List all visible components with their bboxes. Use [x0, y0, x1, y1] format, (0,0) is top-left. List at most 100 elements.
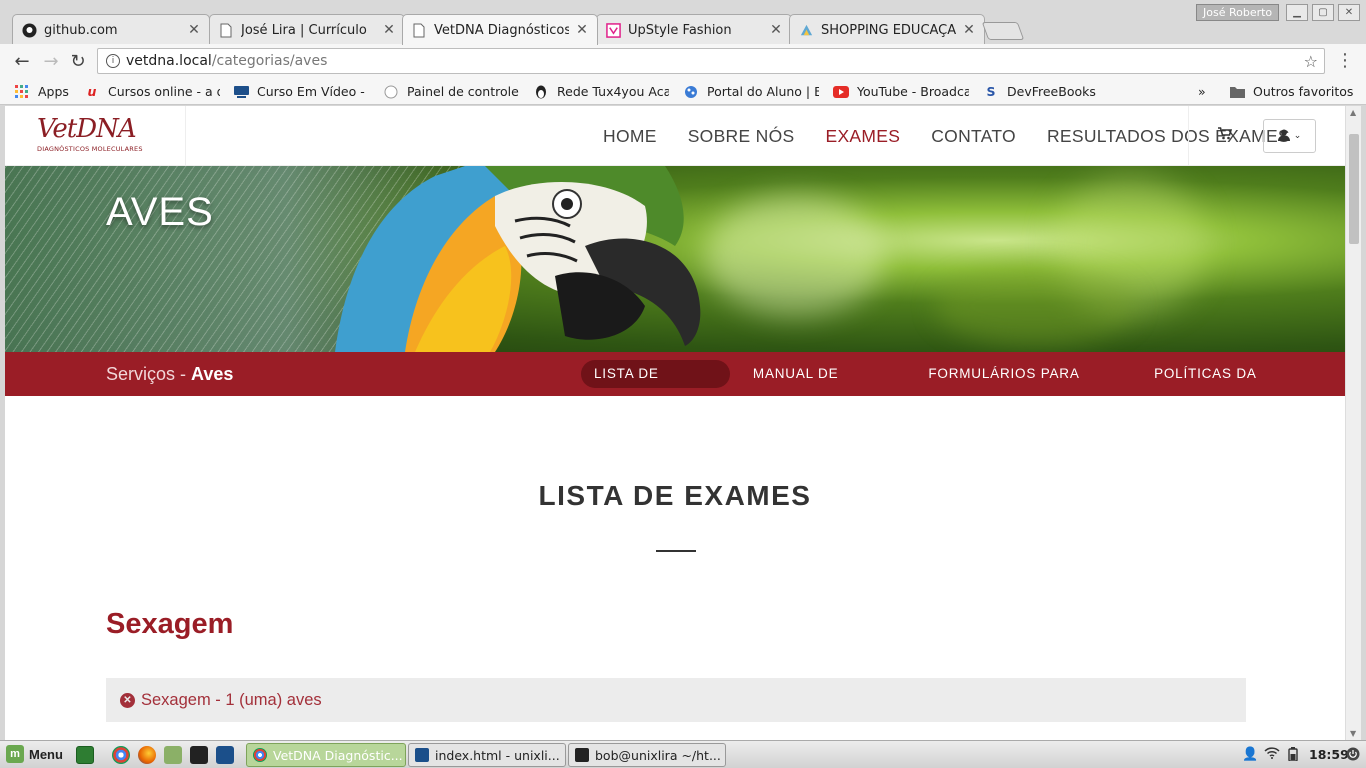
nav-sobre-nos[interactable]: SOBRE NÓS [688, 126, 795, 147]
scrollbar-thumb[interactable] [1349, 134, 1359, 244]
bookmark-label: Portal do Aluno | E [707, 84, 819, 99]
upstyle-icon [605, 22, 621, 38]
subnav-manual-de-coleta[interactable]: MANUAL DE COLETA [740, 360, 905, 409]
bookmark-portal-aluno[interactable]: Portal do Aluno | E [683, 78, 819, 105]
tab-title: VetDNA Diagnósticos M [434, 22, 569, 38]
hero-banner: AVES [5, 166, 1345, 352]
os-taskbar: m Menu VetDNA Diagnóstic... index.html -… [0, 740, 1366, 768]
tab-title: UpStyle Fashion [628, 22, 732, 38]
bookmark-youtube[interactable]: YouTube - Broadcas [833, 78, 969, 105]
tab-upstyle[interactable]: UpStyle Fashion ✕ [596, 14, 792, 45]
scroll-down-icon[interactable]: ▼ [1350, 729, 1356, 738]
header-divider [185, 106, 186, 166]
nav-contato[interactable]: CONTATO [931, 126, 1016, 147]
task-label: bob@unixlira ~/ht... [595, 747, 721, 763]
bookmark-apps[interactable]: Apps [14, 78, 69, 105]
tab-shopping[interactable]: SHOPPING EDUCAÇÃO ✕ [789, 14, 985, 45]
page-scrollbar[interactable]: ▲ ▼ [1345, 106, 1361, 740]
browser-tabstrip: github.com ✕ José Lira | Currículo ✕ Vet… [0, 0, 1366, 45]
battery-icon[interactable] [1287, 747, 1299, 765]
tab-github[interactable]: github.com ✕ [12, 14, 210, 45]
system-clock[interactable]: 18:59 [1309, 747, 1349, 762]
tab-close-icon[interactable]: ✕ [962, 22, 976, 38]
hero-title: AVES [106, 190, 214, 234]
bookmark-cursos-online[interactable]: u Cursos online - a qu [84, 78, 220, 105]
cart-icon[interactable] [1218, 127, 1233, 144]
new-tab-button[interactable] [981, 22, 1025, 40]
chrome-icon[interactable] [112, 746, 130, 764]
bookmark-label: Painel de controle | [407, 84, 519, 99]
bookmark-label: Curso Em Vídeo - Cu [257, 84, 369, 99]
apps-grid-icon [14, 84, 30, 100]
taskbar-window-editor[interactable]: index.html - unixli... [408, 743, 566, 767]
menu-kebab-icon[interactable]: ⋮ [1336, 50, 1354, 71]
nav-resultados[interactable]: RESULTADOS DOS EXAMES [1047, 126, 1290, 147]
user-menu-button[interactable]: ⌄ [1263, 119, 1316, 153]
macaw-illustration [335, 166, 701, 352]
user-icon [1277, 129, 1290, 144]
task-label: index.html - unixli... [435, 747, 560, 763]
forward-arrow-icon[interactable]: → [40, 50, 62, 72]
subnav-formularios[interactable]: FORMULÁRIOS PARA ENVIO [915, 360, 1131, 409]
taskbar-window-terminal[interactable]: bob@unixlira ~/ht... [568, 743, 726, 767]
header-divider [1188, 106, 1189, 166]
tab-close-icon[interactable]: ✕ [187, 22, 201, 38]
bookmark-label: Cursos online - a qu [108, 84, 220, 99]
title-divider [656, 550, 696, 552]
browser-toolbar: ← → ↻ i vetdna.local/categorias/aves ☆ [0, 44, 1366, 78]
bookmark-label: Rede Tux4you Acad [557, 84, 669, 99]
bookmarks-bar: Apps u Cursos online - a qu Curso Em Víd… [0, 78, 1366, 105]
shopping-icon [798, 22, 814, 38]
tab-curriculo[interactable]: José Lira | Currículo ✕ [209, 14, 405, 45]
subnav-politicas[interactable]: POLÍTICAS DA EMPRESA [1141, 360, 1335, 409]
reload-icon[interactable]: ↻ [67, 50, 89, 72]
address-bar[interactable]: i vetdna.local/categorias/aves ☆ [97, 48, 1325, 74]
close-window-icon[interactable]: ✕ [1338, 4, 1360, 21]
bookmark-curso-em-video[interactable]: Curso Em Vídeo - Cu [233, 78, 369, 105]
bookmark-devfreebooks[interactable]: S DevFreeBooks [983, 78, 1096, 105]
user-tray-icon[interactable]: 👤 [1242, 747, 1258, 762]
subnav-lista-de-exames[interactable]: LISTA DE EXAMES [581, 360, 730, 409]
cursoemvideo-icon [233, 84, 249, 100]
bookmark-label: Outros favoritos [1253, 84, 1354, 99]
nav-exames[interactable]: EXAMES [825, 126, 900, 147]
minimize-icon[interactable]: ▁ [1286, 4, 1308, 21]
bokeh-light [705, 196, 885, 316]
chevron-down-icon: ⌄ [1293, 131, 1302, 141]
show-desktop-icon[interactable] [76, 746, 94, 764]
scroll-up-icon[interactable]: ▲ [1350, 108, 1356, 117]
tab-close-icon[interactable]: ✕ [769, 22, 783, 38]
breadcrumb-prefix: Serviços - [106, 364, 192, 384]
terminal-icon[interactable] [190, 746, 208, 764]
site-info-icon[interactable]: i [106, 54, 120, 68]
start-menu-button[interactable]: m Menu [6, 745, 63, 763]
more-bookmarks-chevron-icon[interactable]: » [1198, 78, 1206, 105]
circle-icon [383, 84, 399, 100]
bookmark-label: DevFreeBooks [1007, 84, 1096, 99]
tab-close-icon[interactable]: ✕ [382, 22, 396, 38]
exam-accordion-item[interactable]: ✕ Sexagem - 1 (uma) aves [106, 678, 1246, 722]
tab-vetdna[interactable]: VetDNA Diagnósticos M ✕ [402, 14, 598, 45]
page-icon [218, 22, 234, 38]
site-logo[interactable]: VetDNA DIAGNÓSTICOS MOLECULARES [37, 114, 157, 156]
bookmark-star-icon[interactable]: ☆ [1304, 52, 1318, 71]
maximize-icon[interactable]: ▢ [1312, 4, 1334, 21]
category-subnav: Serviços - Aves LISTA DE EXAMES MANUAL D… [5, 352, 1345, 409]
profile-badge[interactable]: José Roberto [1196, 4, 1280, 21]
tab-close-icon[interactable]: ✕ [575, 22, 589, 38]
taskbar-window-chrome[interactable]: VetDNA Diagnóstic... [246, 743, 406, 767]
editor-icon[interactable] [216, 746, 234, 764]
main-nav: HOME SOBRE NÓS EXAMES CONTATO RESULTADOS… [603, 106, 1321, 166]
firefox-icon[interactable] [138, 746, 156, 764]
nav-home[interactable]: HOME [603, 126, 657, 147]
files-icon[interactable] [164, 746, 182, 764]
back-arrow-icon[interactable]: ← [11, 50, 33, 72]
start-menu-label: Menu [29, 746, 63, 762]
wifi-icon[interactable] [1264, 747, 1280, 763]
breadcrumb: Serviços - Aves [106, 364, 233, 385]
bookmark-outros-favoritos[interactable]: Outros favoritos [1229, 78, 1353, 105]
address-path: /categorias/aves [211, 53, 328, 69]
power-icon[interactable] [1346, 747, 1360, 765]
bookmark-tux4you[interactable]: Rede Tux4you Acad [533, 78, 669, 105]
bookmark-painel[interactable]: Painel de controle | [383, 78, 519, 105]
